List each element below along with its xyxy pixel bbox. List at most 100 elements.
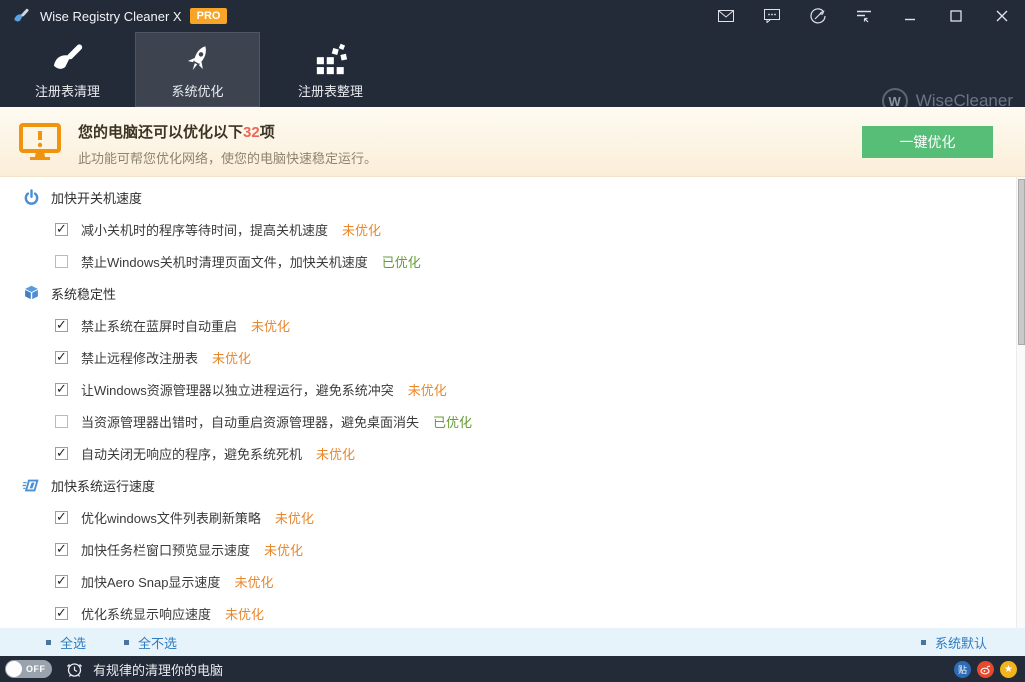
checkbox[interactable]	[55, 415, 68, 428]
status-bar: OFF 有规律的清理你的电脑 贴 ★	[0, 656, 1025, 682]
optimization-item[interactable]: 禁止远程修改注册表 未优化	[0, 341, 1016, 373]
status-label: 已优化	[433, 412, 472, 431]
system-default-link[interactable]: 系统默认	[921, 633, 987, 652]
title-bar: Wise Registry Cleaner X PRO	[0, 0, 1025, 32]
banner-subtitle: 此功能可帮您优化网络，使您的电脑快速稳定运行。	[78, 148, 377, 167]
item-label: 自动关闭无响应的程序，避免系统死机	[81, 444, 302, 463]
status-label: 未优化	[212, 348, 251, 367]
checkbox[interactable]	[55, 511, 68, 524]
item-label: 禁止远程修改注册表	[81, 348, 198, 367]
status-label: 未优化	[225, 604, 264, 623]
checkbox[interactable]	[55, 319, 68, 332]
optimization-item[interactable]: 禁止系统在蓝屏时自动重启 未优化	[0, 309, 1016, 341]
status-label: 未优化	[408, 380, 447, 399]
close-button[interactable]	[979, 0, 1025, 32]
checkbox[interactable]	[55, 447, 68, 460]
banner-title: 您的电脑还可以优化以下32项	[78, 121, 275, 142]
section-header: 加快系统运行速度	[0, 469, 1016, 501]
item-label: 优化windows文件列表刷新策略	[81, 508, 261, 527]
schedule-toggle[interactable]: OFF	[5, 660, 52, 678]
selection-footer: 全选 全不选 系统默认	[0, 628, 1025, 656]
app-window: Wise Registry Cleaner X PRO	[0, 0, 1025, 682]
cube-icon	[22, 284, 40, 302]
status-label: 未优化	[275, 508, 314, 527]
checkbox[interactable]	[55, 255, 68, 268]
tab-registry-cleanup[interactable]: 注册表清理	[5, 32, 130, 107]
section-title: 加快开关机速度	[51, 188, 142, 207]
tab-label: 系统优化	[171, 81, 223, 100]
checkbox[interactable]	[55, 351, 68, 364]
tab-system-tuneup[interactable]: 系统优化	[135, 32, 260, 107]
item-label: 禁止系统在蓝屏时自动重启	[81, 316, 237, 335]
tab-label: 注册表清理	[35, 81, 100, 100]
optimization-item[interactable]: 减小关机时的程序等待时间，提高关机速度 未优化	[0, 213, 1016, 245]
optimization-item[interactable]: 当资源管理器出错时，自动重启资源管理器，避免桌面消失 已优化	[0, 405, 1016, 437]
support-wrench-icon[interactable]	[795, 0, 841, 32]
item-label: 让Windows资源管理器以独立进程运行，避免系统冲突	[81, 380, 394, 399]
optimization-banner: 您的电脑还可以优化以下32项 此功能可帮您优化网络，使您的电脑快速稳定运行。 一…	[0, 107, 1025, 177]
item-label: 当资源管理器出错时，自动重启资源管理器，避免桌面消失	[81, 412, 419, 431]
toggle-label: OFF	[26, 664, 46, 674]
scrollbar-thumb[interactable]	[1018, 179, 1025, 345]
menu-icon[interactable]	[841, 0, 887, 32]
status-label: 已优化	[382, 252, 421, 271]
section-title: 系统稳定性	[51, 284, 116, 303]
weibo-icon[interactable]	[977, 661, 994, 678]
checkbox[interactable]	[55, 383, 68, 396]
maximize-button[interactable]	[933, 0, 979, 32]
optimization-item[interactable]: 优化系统显示响应速度 未优化	[0, 597, 1016, 628]
pro-badge: PRO	[190, 8, 228, 24]
bullet-icon	[124, 640, 129, 645]
item-label: 减小关机时的程序等待时间，提高关机速度	[81, 220, 328, 239]
rocket-icon	[180, 39, 216, 77]
optimization-section: 加快系统运行速度 优化windows文件列表刷新策略 未优化 加快任务栏窗口预览…	[0, 469, 1016, 628]
optimization-section: 加快开关机速度 减小关机时的程序等待时间，提高关机速度 未优化 禁止Window…	[0, 181, 1016, 277]
status-text: 有规律的清理你的电脑	[93, 660, 223, 679]
app-logo-icon	[12, 7, 30, 25]
optimization-item[interactable]: 加快任务栏窗口预览显示速度 未优化	[0, 533, 1016, 565]
mail-icon[interactable]	[703, 0, 749, 32]
checkbox[interactable]	[55, 543, 68, 556]
item-label: 禁止Windows关机时清理页面文件，加快关机速度	[81, 252, 368, 271]
item-label: 优化系统显示响应速度	[81, 604, 211, 623]
alarm-clock-icon	[66, 661, 83, 678]
bullet-icon	[46, 640, 51, 645]
status-label: 未优化	[316, 444, 355, 463]
optimization-item[interactable]: 禁止Windows关机时清理页面文件，加快关机速度 已优化	[0, 245, 1016, 277]
optimization-item[interactable]: 自动关闭无响应的程序，避免系统死机 未优化	[0, 437, 1016, 469]
tieba-icon[interactable]: 贴	[954, 661, 971, 678]
one-click-optimize-button[interactable]: 一键优化	[862, 126, 993, 158]
status-label: 未优化	[234, 572, 273, 591]
section-header: 系统稳定性	[0, 277, 1016, 309]
item-label: 加快任务栏窗口预览显示速度	[81, 540, 250, 559]
optimization-section: 系统稳定性 禁止系统在蓝屏时自动重启 未优化 禁止远程修改注册表 未优化 让Wi…	[0, 277, 1016, 469]
optimization-item[interactable]: 让Windows资源管理器以独立进程运行，避免系统冲突 未优化	[0, 373, 1016, 405]
tab-registry-defrag[interactable]: 注册表整理	[268, 32, 393, 107]
optimization-item[interactable]: 优化windows文件列表刷新策略 未优化	[0, 501, 1016, 533]
section-title: 加快系统运行速度	[51, 476, 155, 495]
bullet-icon	[921, 640, 926, 645]
section-header: 加快开关机速度	[0, 181, 1016, 213]
item-label: 加快Aero Snap显示速度	[81, 572, 220, 591]
select-none-link[interactable]: 全不选	[124, 633, 177, 652]
tab-label: 注册表整理	[298, 81, 363, 100]
feedback-icon[interactable]	[749, 0, 795, 32]
select-all-link[interactable]: 全选	[46, 633, 86, 652]
minimize-button[interactable]	[887, 0, 933, 32]
optimization-item[interactable]: 加快Aero Snap显示速度 未优化	[0, 565, 1016, 597]
qzone-star-icon[interactable]: ★	[1000, 661, 1017, 678]
scrollbar[interactable]	[1016, 177, 1025, 628]
speed-icon	[22, 476, 40, 494]
optimization-list: 加快开关机速度 减小关机时的程序等待时间，提高关机速度 未优化 禁止Window…	[0, 177, 1016, 628]
tab-bar: 注册表清理 系统优化 注册表整理 W WiseCleaner	[0, 32, 1025, 107]
checkbox[interactable]	[55, 575, 68, 588]
checkbox[interactable]	[55, 223, 68, 236]
status-label: 未优化	[342, 220, 381, 239]
status-label: 未优化	[251, 316, 290, 335]
power-icon	[22, 188, 40, 206]
checkbox[interactable]	[55, 607, 68, 620]
toggle-knob	[6, 661, 22, 677]
defrag-blocks-icon	[313, 39, 349, 77]
optimizable-count: 32	[243, 124, 260, 141]
app-title: Wise Registry Cleaner X	[40, 9, 182, 24]
